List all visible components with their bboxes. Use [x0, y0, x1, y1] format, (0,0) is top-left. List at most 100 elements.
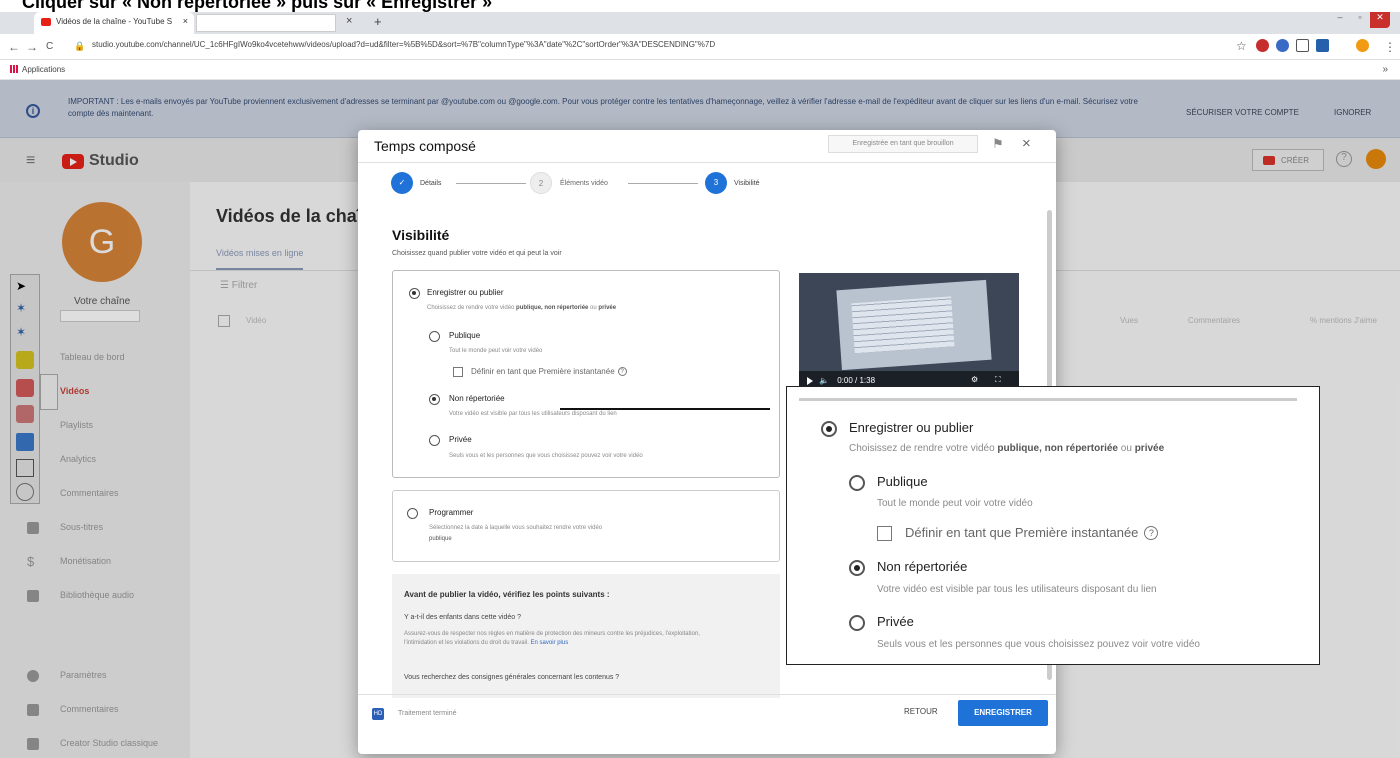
new-tab-button[interactable]: + [374, 14, 382, 29]
play-icon[interactable] [807, 377, 813, 385]
extension-icon[interactable] [1256, 39, 1269, 52]
hint-part: ou [1118, 443, 1135, 454]
option-label: Enregistrer ou publier [849, 420, 974, 435]
checklist-text: Assurez-vous de respecter nos règles en … [404, 630, 724, 648]
radio-schedule[interactable] [407, 508, 418, 519]
browser-menu-icon[interactable]: ⋮ [1384, 40, 1396, 54]
screenshot-root: Cliquer sur « Non répertoriée » puis sur… [0, 0, 1400, 758]
tab-close-icon[interactable]: × [183, 16, 188, 26]
back-button[interactable]: ← [8, 40, 20, 54]
address-bar: ← → C 🔒 studio.youtube.com/channel/UC_1c… [0, 34, 1400, 60]
video-time: 0:00 / 1:38 [837, 376, 876, 385]
window-controls: ‒ ▫ ✕ [1330, 12, 1390, 28]
video-frame [836, 279, 992, 371]
tab-title: Vidéos de la chaîne - YouTube S [56, 17, 173, 26]
hint-part: publique, non répertoriée [516, 305, 589, 311]
option-label: Définir en tant que Première instantanée… [905, 525, 1159, 540]
option-hint: Seuls vous et les personnes que vous cho… [449, 453, 643, 459]
option-label: Enregistrer ou publier [427, 288, 504, 297]
back-button[interactable]: RETOUR [904, 707, 938, 716]
section-subtitle: Choisissez quand publier votre vidéo et … [392, 250, 562, 257]
save-or-publish-card: Enregistrer ou publier Choisissez de ren… [392, 270, 780, 478]
hint-part: Choisissez de rendre votre vidéo [849, 443, 998, 454]
processing-status: Traitement terminé [398, 710, 457, 717]
hint-part: publique, non répertoriée [997, 443, 1118, 454]
window-close-button[interactable]: ✕ [1370, 12, 1390, 28]
step-video-elements[interactable]: Éléments vidéo [560, 180, 608, 187]
browser-tab-studio[interactable]: Vidéos de la chaîne - YouTube S × [34, 12, 194, 34]
radio-unlisted[interactable] [429, 394, 440, 405]
help-icon[interactable]: ? [1144, 526, 1159, 540]
feedback-icon[interactable]: ⚑ [992, 136, 1004, 152]
hint-part: ou [588, 305, 599, 311]
option-label: Publique [449, 331, 481, 340]
option-label: Non répertoriée [449, 394, 505, 403]
learn-more-link[interactable]: En savoir plus [531, 640, 569, 646]
browser-tab-blank[interactable] [196, 14, 336, 32]
callout-connector [560, 408, 770, 410]
checklist-question: Vous recherchez des consignes générales … [404, 674, 620, 681]
reload-button[interactable]: C [46, 41, 53, 52]
radio-save-or-publish[interactable] [821, 421, 837, 437]
save-button[interactable]: ENREGISTRER [958, 700, 1048, 726]
option-hint: Seuls vous et les personnes que vous cho… [877, 639, 1200, 650]
extension-icon[interactable] [1296, 39, 1309, 52]
option-hint: Sélectionnez la date à laquelle vous sou… [429, 525, 603, 531]
premiere-checkbox[interactable] [877, 526, 892, 541]
step-details[interactable]: Détails [420, 180, 441, 187]
section-title: Visibilité [392, 227, 450, 243]
hint-part: privée [598, 305, 617, 311]
option-hint: Votre vidéo est visible par tous les uti… [449, 411, 617, 417]
radio-public[interactable] [429, 331, 440, 342]
option-label: Publique [877, 474, 928, 489]
radio-private[interactable] [429, 435, 440, 446]
option-hint: Choisissez de rendre votre vidéo publiqu… [427, 305, 616, 311]
draft-status-badge: Enregistrée en tant que brouillon [828, 135, 978, 153]
minimize-button[interactable]: ‒ [1330, 12, 1350, 28]
bookmark-applications[interactable]: Applications [22, 65, 65, 74]
help-icon[interactable]: ? [617, 367, 627, 376]
step-connector [628, 183, 698, 184]
checklist-title: Avant de publier la vidéo, vérifiez les … [404, 590, 610, 599]
close-icon[interactable]: × [1022, 135, 1031, 152]
extension-icon[interactable] [1316, 39, 1329, 52]
maximize-button[interactable]: ▫ [1350, 12, 1370, 28]
chevron-right-icon[interactable]: » [1382, 64, 1388, 75]
url-input[interactable]: studio.youtube.com/channel/UC_1c6HFgIWo9… [92, 40, 1192, 49]
dialog-title: Temps composé [374, 138, 476, 154]
radio-unlisted[interactable] [849, 560, 865, 576]
youtube-favicon-icon [41, 18, 51, 26]
divider [358, 162, 1056, 163]
forward-button[interactable]: → [26, 40, 38, 54]
step-visibility[interactable]: Visibilité [734, 180, 760, 187]
profile-icon[interactable] [1356, 39, 1369, 52]
option-hint: Tout le monde peut voir votre vidéo [449, 348, 543, 354]
radio-save-or-publish[interactable] [409, 288, 420, 299]
option-label: Privée [449, 435, 472, 444]
premiere-checkbox[interactable] [453, 367, 463, 377]
bookmark-star-icon[interactable]: ☆ [1236, 39, 1247, 53]
option-label: Définir en tant que Première instantanée… [471, 367, 627, 376]
video-preview[interactable]: 🔈 0:00 / 1:38 ⚙ ⛶ [799, 273, 1019, 391]
radio-public[interactable] [849, 475, 865, 491]
premiere-label: Définir en tant que Première instantanée [905, 525, 1139, 540]
divider [799, 398, 1297, 401]
option-hint: Votre vidéo est visible par tous les uti… [877, 584, 1157, 595]
apps-grid-icon [10, 65, 18, 73]
volume-icon[interactable]: 🔈 [819, 376, 829, 385]
bookmarks-bar: Applications » [0, 60, 1400, 80]
fullscreen-icon[interactable]: ⛶ [995, 375, 1001, 385]
option-hint: Choisissez de rendre votre vidéo publiqu… [849, 443, 1164, 454]
checklist-question: Y a-t-il des enfants dans cette vidéo ? [404, 614, 521, 621]
radio-private[interactable] [849, 615, 865, 631]
step-connector [456, 183, 526, 184]
extension-icon[interactable] [1276, 39, 1289, 52]
tab-close-icon[interactable]: × [346, 15, 352, 27]
step-details-check-icon[interactable]: ✓ [391, 172, 413, 194]
option-label: Programmer [429, 508, 474, 517]
step-number: 3 [705, 172, 727, 194]
hint-part: privée [1134, 443, 1165, 454]
schedule-card: Programmer Sélectionnez la date à laquel… [392, 490, 780, 562]
step-number: 2 [530, 172, 552, 194]
gear-icon[interactable]: ⚙ [971, 375, 978, 384]
